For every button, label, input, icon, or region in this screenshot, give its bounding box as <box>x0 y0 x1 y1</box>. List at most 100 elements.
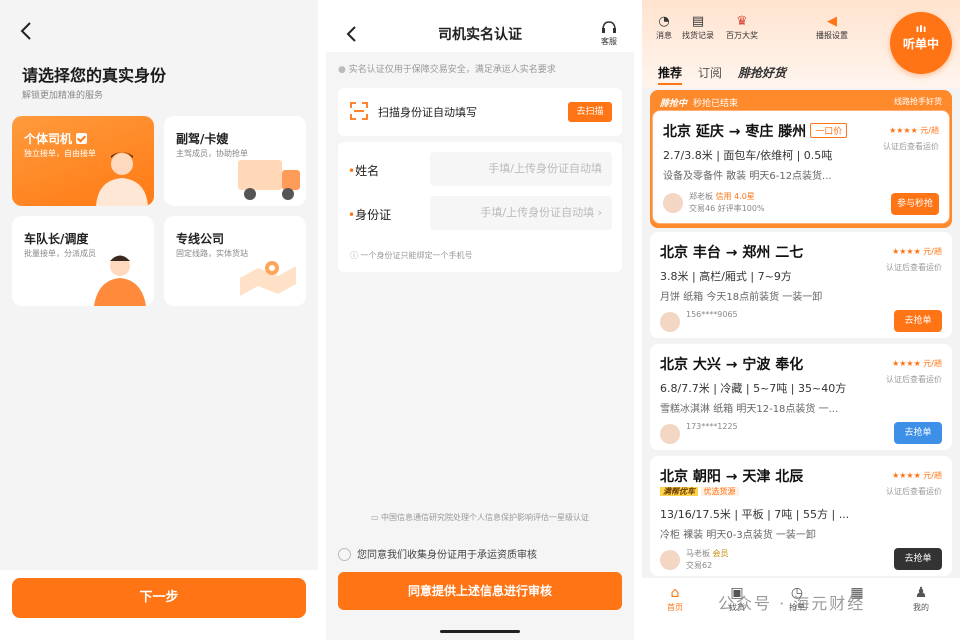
id-form: •姓名 手填/上传身份证自动填 •身份证 手填/上传身份证自动填 › ⓘ 一个身… <box>338 142 622 272</box>
scan-button[interactable]: 去扫描 <box>568 102 612 122</box>
certificate-icon: ▭ <box>370 513 382 522</box>
chevron-right-icon: › <box>597 206 602 219</box>
info-icon: ⓘ <box>350 251 361 260</box>
home-indicator <box>440 630 520 633</box>
price-hidden: ★★★★ 元/趟 <box>889 126 939 135</box>
user-phone: 173****1225 <box>686 422 738 431</box>
check-icon <box>76 133 88 144</box>
scan-id-row[interactable]: 扫描身份证自动填写 去扫描 <box>338 88 622 136</box>
listening-button[interactable]: ıIı 听单中 <box>890 12 952 74</box>
identity-card-fleet[interactable]: 车队长/调度 批量接单，分派成员 <box>12 216 154 306</box>
price-hidden: ★★★★ 元/趟 <box>892 247 942 256</box>
speaker-icon: ◀ <box>827 14 837 29</box>
dispatcher-illustration <box>94 255 146 306</box>
id-number-input[interactable]: 手填/上传身份证自动填 › <box>430 196 612 230</box>
order-spec: 2.7/3.8米 | 面包车/依维柯 | 0.5吨 <box>663 149 833 162</box>
id-row: •身份证 手填/上传身份证自动填 › <box>338 194 622 234</box>
card-title: 个体司机 <box>24 132 73 146</box>
agree-checkbox[interactable] <box>338 548 351 561</box>
order-route: 北京 丰台 → 郑州 二七 <box>660 245 804 261</box>
preferred-tag: 优选货源 <box>700 487 739 496</box>
tab-home[interactable]: ⌂ 首页 <box>650 584 700 613</box>
user-stats: 交易62 <box>686 561 713 570</box>
caict-certification: 中国信息通信研究院处理个人信息保护影响评估一星级认证 <box>381 513 590 522</box>
feed-tabs: 推荐 订阅 腓抢好货 <box>658 64 802 85</box>
customer-service-button[interactable]: 客服 <box>596 20 622 47</box>
price-note: 认证后查看运价 <box>883 142 939 151</box>
customer-service-label: 客服 <box>601 37 617 46</box>
order-card[interactable]: 北京 大兴 → 宁波 奉化 ★★★★ 元/趟 认证后查看运价 6.8/7.7米 … <box>650 344 952 450</box>
grab-order-button[interactable]: 去抢单 <box>894 548 942 570</box>
tab-flash-goods[interactable]: 腓抢好货 <box>738 66 786 80</box>
flash-grab-button[interactable]: 参与秒抢 <box>891 193 939 215</box>
binding-hint: 一个身份证只能绑定一个手机号 <box>360 251 473 260</box>
avatar <box>660 424 680 444</box>
flash-badge: 腓抢中 <box>660 99 688 109</box>
scan-icon <box>350 102 368 120</box>
name-row: •姓名 手填/上传身份证自动填 <box>338 150 622 190</box>
premium-badge: 满帮优车 <box>660 487 698 496</box>
order-spec: 6.8/7.7米 | 冷藏 | 5~7吨 | 35~40方 <box>660 382 847 395</box>
order-route: 北京 大兴 → 宁波 奉化 <box>660 357 804 373</box>
bell-icon: ◔ <box>658 14 670 29</box>
messages-button[interactable]: ◔ 消息 <box>656 14 672 41</box>
tab-me[interactable]: ♟ 我的 <box>896 584 946 613</box>
search-record-button[interactable]: ▤ 找货记录 <box>682 14 714 41</box>
grab-order-button[interactable]: 去抢单 <box>894 422 942 444</box>
person-icon: ♟ <box>914 585 928 601</box>
broadcast-settings-button[interactable]: ◀ 播报设置 <box>816 14 848 41</box>
order-goods: 月饼 纸箱 今天18点前装货 一装一卸 <box>660 292 823 303</box>
order-goods: 雪糕冰淇淋 纸箱 明天12-18点装货 一... <box>660 404 839 415</box>
map-pin-illustration <box>240 261 296 296</box>
identity-card-company[interactable]: 专线公司 固定线路，实体货站 <box>164 216 306 306</box>
name-label: 姓名 <box>355 164 380 178</box>
identity-card-codriver[interactable]: 副驾/卡嫂 主驾成员，协助抢单 <box>164 116 306 206</box>
avatar <box>663 193 683 213</box>
shield-icon: ● <box>338 65 349 75</box>
submit-button[interactable]: 同意提供上述信息进行审核 <box>338 572 622 610</box>
next-button[interactable]: 下一步 <box>12 578 306 618</box>
headset-icon <box>602 21 616 33</box>
member-badge: 会员 <box>712 549 729 558</box>
scan-label: 扫描身份证自动填写 <box>378 106 477 119</box>
page-title: 请选择您的真实身份 <box>22 66 167 85</box>
card-title: 副驾/卡嫂 <box>176 132 229 146</box>
order-card[interactable]: 北京 延庆 → 枣庄 滕州 一口价 ★★★★ 元/趟 认证后查看运价 2.7/3.… <box>652 110 950 224</box>
card-subtitle: 独立接单，自由接单 <box>24 149 96 158</box>
agreement-text: 您同意我们收集身份证用于承运资质审核 <box>357 550 537 561</box>
order-goods: 设备及零备件 散装 明天6-12点装货... <box>663 171 832 182</box>
page-subtitle: 解锁更加精准的服务 <box>22 91 104 101</box>
order-route: 北京 朝阳 → 天津 北辰 <box>660 469 804 485</box>
home-icon: ⌂ <box>670 585 680 601</box>
grab-order-button[interactable]: 去抢单 <box>894 310 942 332</box>
user-name: 郑老板 <box>689 192 713 201</box>
tab-subscribe[interactable]: 订阅 <box>698 66 722 80</box>
card-subtitle: 批量接单，分派成员 <box>24 249 96 258</box>
id-label: 身份证 <box>355 208 392 222</box>
user-stats: 交易46 好评率100% <box>689 204 765 213</box>
price-note: 认证后查看运价 <box>886 487 942 496</box>
fixed-price-tag: 一口价 <box>810 123 848 138</box>
back-icon[interactable] <box>16 20 38 42</box>
tab-recommend[interactable]: 推荐 <box>658 66 683 85</box>
identity-screen: 请选择您的真实身份 解锁更加精准的服务 个体司机 独立接单，自由接单 副驾/卡嫂… <box>0 0 318 640</box>
order-card[interactable]: 北京 丰台 → 郑州 二七 ★★★★ 元/趟 认证后查看运价 3.8米 | 高栏… <box>650 232 952 338</box>
price-note: 认证后查看运价 <box>886 375 942 384</box>
order-spec: 13/16/17.5米 | 平板 | 7吨 | 55方 | ... <box>660 508 850 521</box>
price-hidden: ★★★★ 元/趟 <box>892 471 942 480</box>
page-title: 司机实名认证 <box>438 27 522 43</box>
identity-card-driver[interactable]: 个体司机 独立接单，自由接单 <box>12 116 154 206</box>
order-goods: 冷柜 裸装 明天0-3点装货 一装一卸 <box>660 530 816 541</box>
security-notice: 实名认证仅用于保障交易安全，满足承运人实名要求 <box>348 65 556 75</box>
name-input[interactable]: 手填/上传身份证自动填 <box>430 152 612 186</box>
flash-right-label: 线路抢手好货 <box>894 97 942 106</box>
user-name: 马老板 <box>686 549 710 558</box>
prize-button[interactable]: ♛ 百万大奖 <box>726 14 758 41</box>
order-card[interactable]: 北京 朝阳 → 天津 北辰 满帮优车 优选货源 ★★★★ 元/趟 认证后查看运价… <box>650 456 952 576</box>
watermark: 公众号 · 海元财经 <box>718 594 866 613</box>
agreement-row[interactable]: 您同意我们收集身份证用于承运资质审核 <box>338 546 537 561</box>
driver-illustration <box>96 152 148 206</box>
user-phone: 156****9065 <box>686 310 738 319</box>
avatar <box>660 312 680 332</box>
order-route: 北京 延庆 → 枣庄 滕州 <box>663 124 807 140</box>
